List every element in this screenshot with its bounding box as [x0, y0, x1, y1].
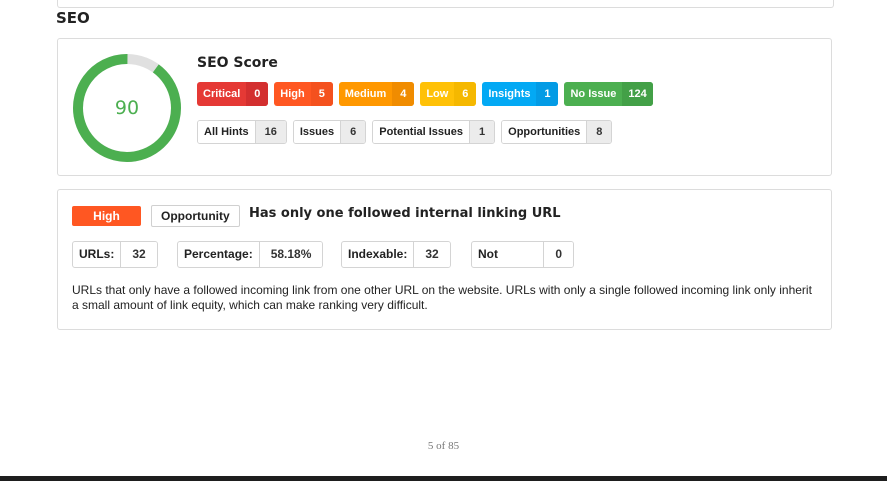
- severity-count: 124: [622, 82, 653, 106]
- stat-label: URLs:: [79, 247, 115, 261]
- previous-card-edge: [57, 0, 834, 8]
- type-badge: Opportunity: [151, 205, 240, 227]
- severity-medium-pill[interactable]: Medium 4: [338, 82, 415, 106]
- severity-critical-pill[interactable]: Critical 0: [197, 82, 269, 106]
- potential-issues-count[interactable]: Potential Issues 1: [372, 120, 496, 144]
- hint-title: Has only one followed internal linking U…: [249, 206, 561, 221]
- stat-label: Not Indexable:: [478, 247, 498, 261]
- score-title: SEO Score: [197, 55, 278, 71]
- severity-high-pill[interactable]: High 5: [274, 82, 333, 106]
- severity-no-issue-pill[interactable]: No Issue 124: [564, 82, 653, 106]
- hint-description: URLs that only have a followed incoming …: [72, 283, 812, 312]
- stat-value: 32: [413, 242, 450, 267]
- severity-low-pill[interactable]: Low 6: [420, 82, 477, 106]
- priority-badge: High: [72, 206, 141, 226]
- count-value: 16: [254, 121, 286, 143]
- count-label: Potential Issues: [373, 121, 470, 143]
- score-value: 90: [114, 97, 140, 119]
- count-label: Opportunities: [502, 121, 587, 143]
- viewer-bottom-bar: [0, 476, 887, 481]
- section-title: SEO: [56, 9, 90, 27]
- count-value: 8: [586, 121, 612, 143]
- all-hints-count[interactable]: All Hints 16: [197, 120, 287, 144]
- severity-label: High: [280, 88, 305, 100]
- severity-count: 4: [392, 82, 415, 106]
- percentage-stat: Percentage: 58.18%: [177, 241, 324, 268]
- count-label: All Hints: [198, 121, 255, 143]
- severity-insights-pill[interactable]: Insights 1: [482, 82, 559, 106]
- indexable-stat: Indexable: 32: [341, 241, 451, 268]
- severity-count: 5: [310, 82, 333, 106]
- page-number: 5 of 85: [427, 440, 460, 452]
- issues-count[interactable]: Issues 6: [292, 120, 367, 144]
- count-label: Issues: [293, 121, 341, 143]
- stat-label: Percentage:: [184, 247, 253, 261]
- count-value: 6: [340, 121, 366, 143]
- count-value: 1: [469, 121, 495, 143]
- hint-count-boxes: All Hints 16 Issues 6 Potential Issues 1…: [197, 120, 618, 144]
- severity-pills: Critical 0 High 5 Medium 4 Low 6 Insight…: [197, 82, 659, 106]
- severity-count: 0: [246, 82, 269, 106]
- severity-count: 1: [536, 82, 559, 106]
- not-indexable-stat: Not Indexable: 0: [471, 241, 575, 268]
- stat-value: 0: [543, 242, 574, 267]
- severity-label: No Issue: [570, 88, 617, 100]
- severity-label: Medium: [344, 88, 387, 100]
- stat-value: 58.18%: [258, 242, 323, 267]
- hint-card: High Opportunity Has only one followed i…: [57, 189, 832, 330]
- urls-stat: URLs: 32: [72, 241, 158, 268]
- opportunities-count[interactable]: Opportunities 8: [501, 120, 613, 144]
- severity-label: Insights: [488, 88, 531, 100]
- stat-value: 32: [120, 242, 157, 267]
- severity-count: 6: [454, 82, 477, 106]
- severity-label: Critical: [203, 88, 241, 100]
- stat-label: Indexable:: [348, 247, 408, 261]
- seo-score-card: 90 SEO Score Critical 0 High 5 Medium 4 …: [57, 38, 832, 176]
- severity-label: Low: [426, 88, 449, 100]
